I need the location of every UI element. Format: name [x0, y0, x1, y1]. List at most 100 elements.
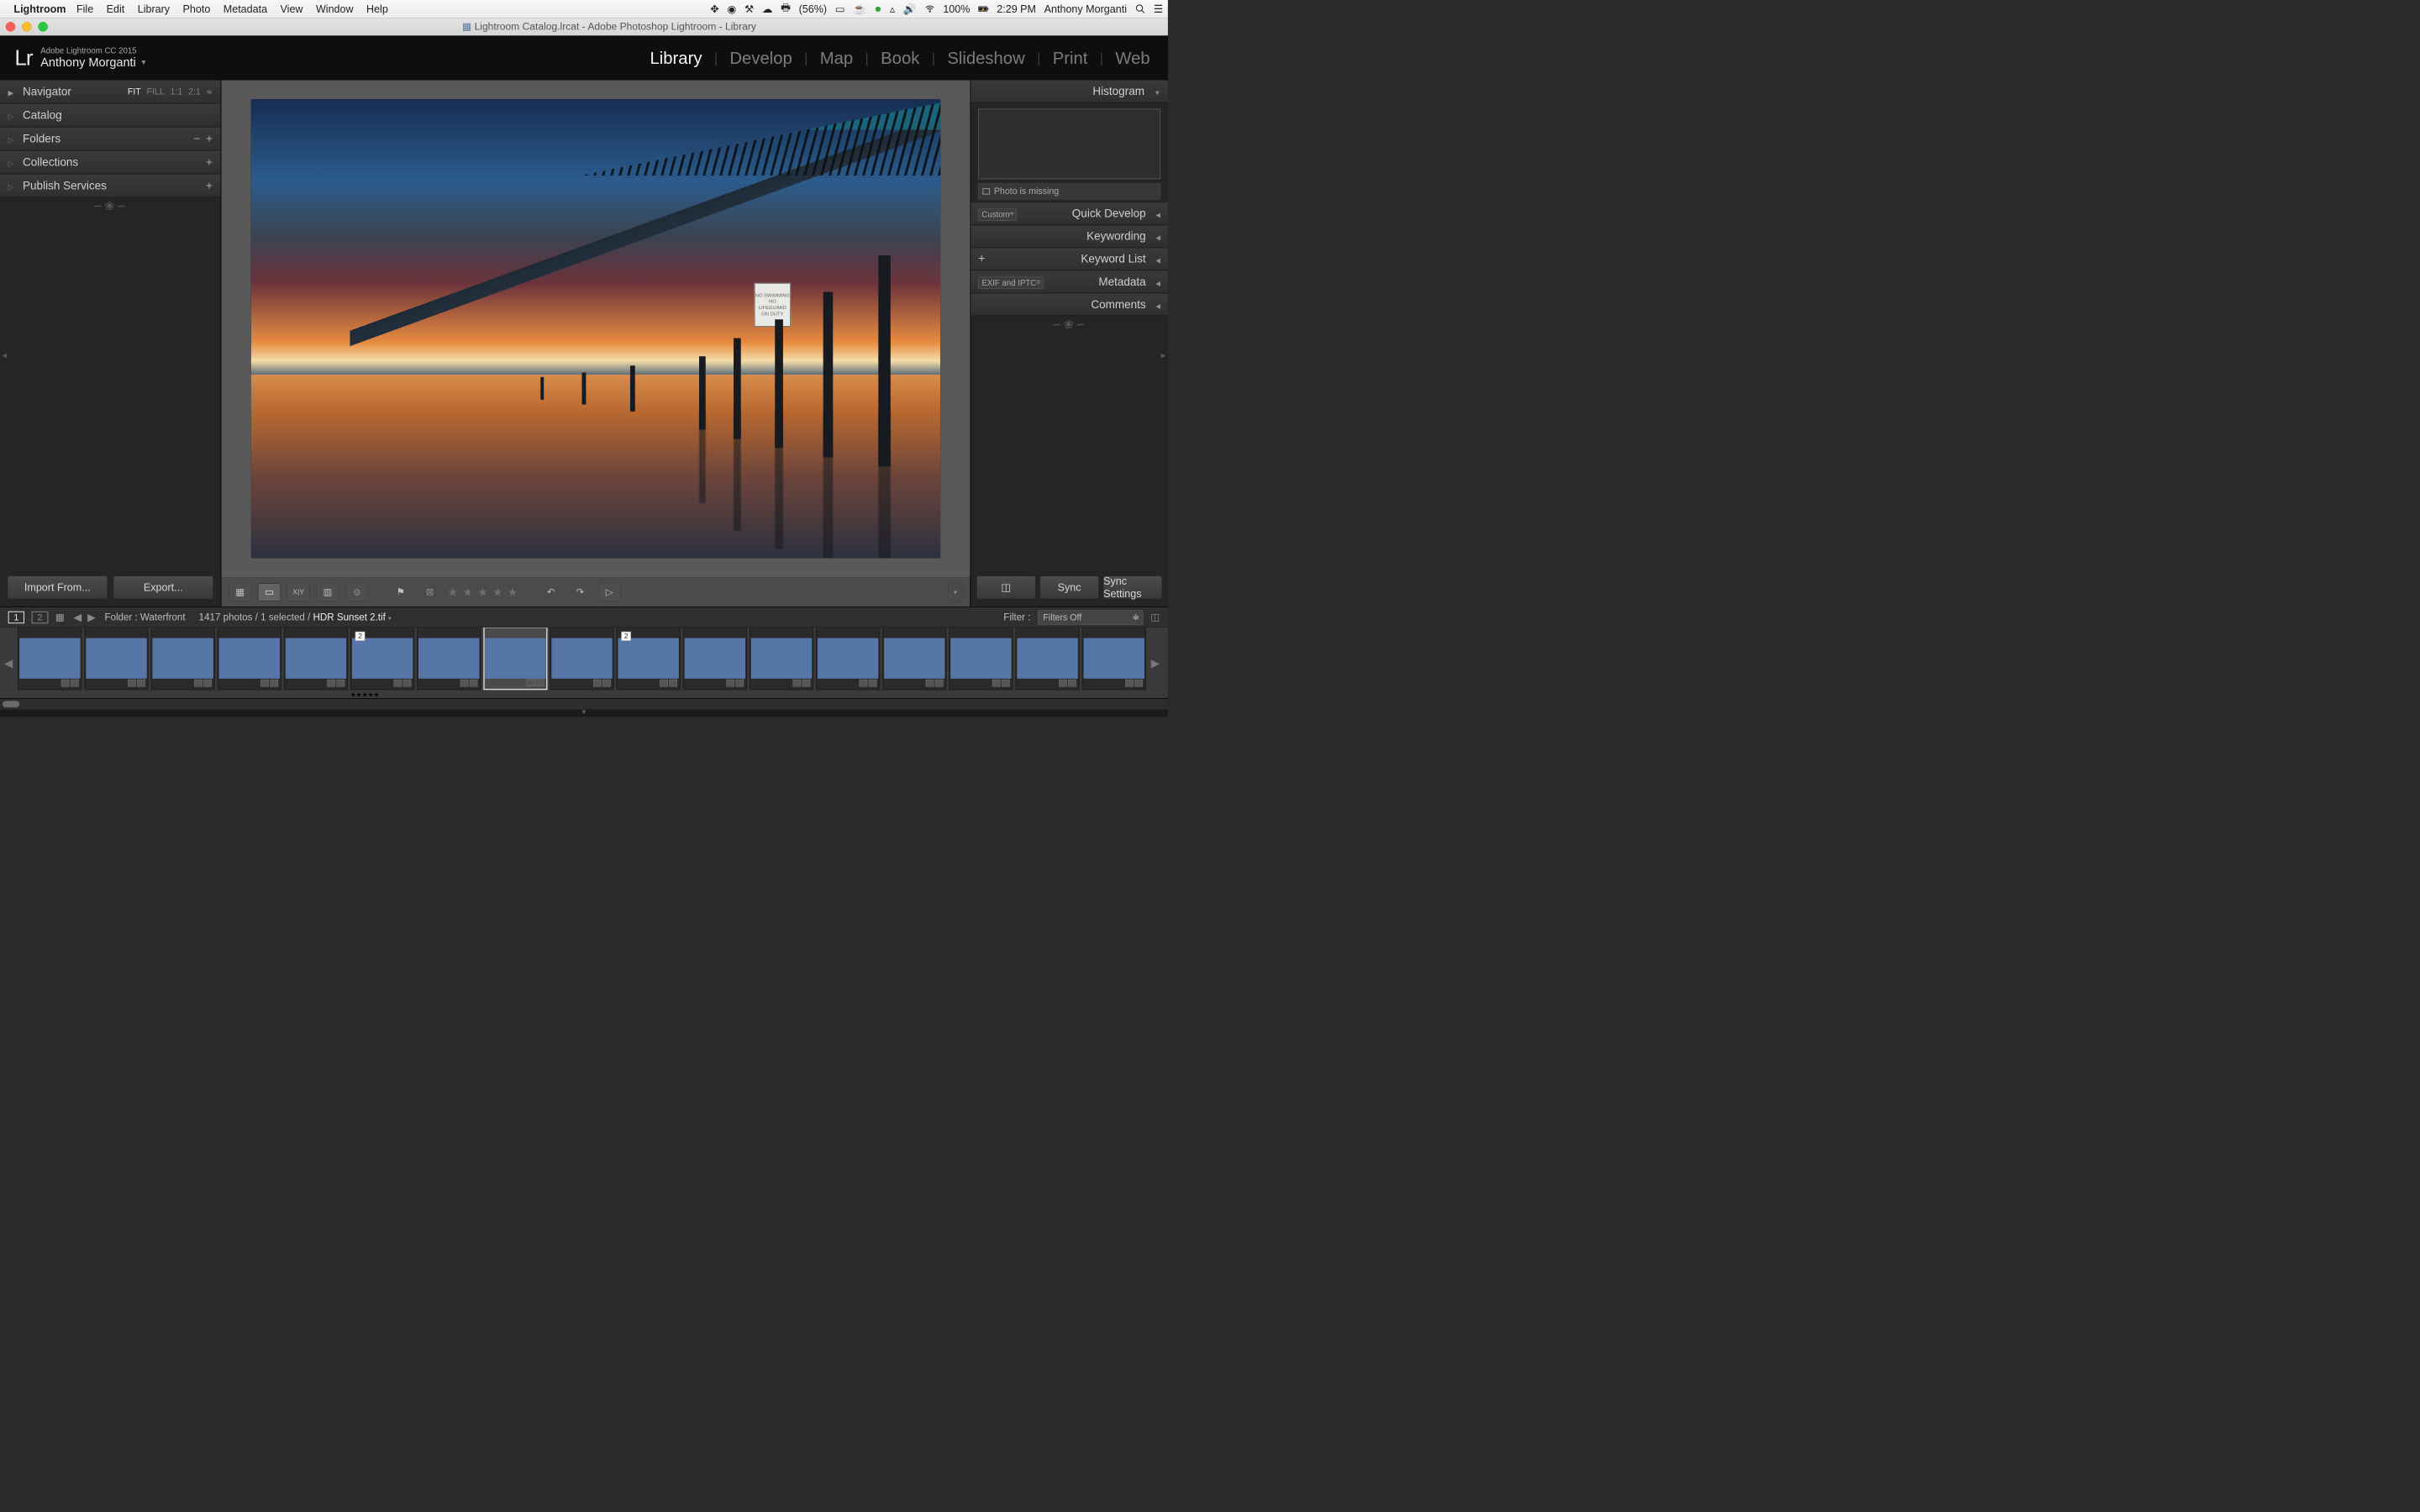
navigator-panel-header[interactable]: Navigator FIT FILL 1:1 2:1 ≑ [0, 81, 221, 104]
rotate-ccw-button[interactable]: ↶ [539, 583, 562, 601]
module-map[interactable]: Map [817, 48, 856, 67]
menu-edit[interactable]: Edit [107, 3, 125, 15]
menu-file[interactable]: File [76, 3, 93, 15]
nav-mode-fit[interactable]: FIT [128, 87, 141, 97]
people-view-button[interactable]: ☺ [345, 583, 368, 601]
filmstrip-thumbnail[interactable] [683, 627, 747, 690]
filmstrip-thumbnail[interactable] [1015, 627, 1079, 690]
panel-action-button[interactable]: + [206, 132, 213, 144]
nav-mode-1to1[interactable]: 1:1 [171, 87, 183, 97]
filmstrip-thumbnail[interactable] [284, 627, 348, 690]
menu-window[interactable]: Window [316, 3, 354, 15]
loupe-view-button[interactable]: ▭ [258, 583, 281, 601]
battery-icon[interactable]: ⚡ [978, 3, 989, 14]
impromptu-slideshow-button[interactable]: ▷ [598, 583, 621, 601]
sync-lock-button[interactable]: ◫ [976, 575, 1035, 599]
filmstrip-toggle[interactable]: ▼ [0, 710, 1168, 717]
menu-view[interactable]: View [281, 3, 303, 15]
panel-action-button[interactable]: − [193, 132, 200, 144]
compare-view-button[interactable]: X|Y [287, 583, 310, 601]
keywording-panel-header[interactable]: Keywording [971, 225, 1168, 248]
module-print[interactable]: Print [1050, 48, 1091, 67]
notification-center-icon[interactable]: ☰ [1154, 3, 1163, 15]
spotlight-icon[interactable] [1135, 3, 1146, 14]
filmstrip-thumbnail[interactable] [550, 627, 613, 690]
secondary-display-1[interactable]: 1 [8, 612, 24, 623]
identity-user[interactable]: Anthony Morganti▼ [40, 55, 147, 69]
cloud-icon[interactable]: ☁ [762, 3, 773, 15]
window-close-button[interactable] [6, 22, 16, 32]
filmstrip-thumbnail[interactable] [18, 627, 82, 690]
filmstrip-scroll-right[interactable]: ▶ [1149, 627, 1162, 698]
toolbar-options-dropdown[interactable]: ▾ [948, 583, 962, 601]
panel-folders[interactable]: Folders−+ [0, 128, 221, 151]
panel-catalog[interactable]: Catalog [0, 104, 221, 128]
rotate-cw-button[interactable]: ↷ [569, 583, 592, 601]
nav-forward-button[interactable]: ▶ [87, 611, 96, 622]
survey-view-button[interactable]: ▥ [316, 583, 339, 601]
nav-mode-stepper-icon[interactable]: ≑ [207, 87, 213, 96]
module-develop[interactable]: Develop [727, 48, 796, 67]
user-name[interactable]: Anthony Morganti [1044, 3, 1127, 15]
window-minimize-button[interactable] [22, 22, 32, 32]
menubar-extra2-icon[interactable]: ☕ [853, 3, 866, 15]
module-slideshow[interactable]: Slideshow [944, 48, 1028, 67]
filmstrip-thumbnail[interactable] [151, 627, 215, 690]
left-panel-toggle[interactable]: ◀ [0, 344, 9, 368]
comments-panel-header[interactable]: Comments [971, 293, 1168, 316]
loupe-view[interactable]: NO SWIMMING NO LIFEGUARD ON DUTY [221, 81, 970, 578]
module-book[interactable]: Book [877, 48, 923, 67]
import-button[interactable]: Import From... [8, 575, 108, 599]
nav-mode-custom[interactable]: 2:1 [188, 87, 201, 97]
display-icon[interactable]: ▭ [835, 3, 845, 15]
volume-icon[interactable]: 🔊 [903, 3, 917, 15]
clock[interactable]: 2:29 PM [997, 3, 1036, 15]
filter-lock-icon[interactable]: ◫ [1150, 612, 1160, 623]
filmstrip-thumbnail[interactable] [1082, 627, 1146, 690]
metadata-preset-dropdown[interactable]: EXIF and IPTC [978, 277, 1043, 289]
filmstrip-thumbnail[interactable] [816, 627, 880, 690]
filter-dropdown[interactable]: Filters Off [1038, 610, 1143, 624]
filmstrip-thumbnail[interactable] [949, 627, 1013, 690]
filmstrip-scrollbar[interactable] [0, 699, 1168, 710]
printer-icon[interactable]: 🖶 [781, 0, 791, 18]
app-menu[interactable]: Lightroom [13, 3, 66, 15]
window-maximize-button[interactable] [38, 22, 48, 32]
photo-missing-warning[interactable]: Photo is missing [978, 183, 1160, 199]
menu-library[interactable]: Library [138, 3, 170, 15]
sync-settings-button[interactable]: Sync Settings [1103, 575, 1162, 599]
dropbox-icon[interactable]: ✥ [710, 3, 719, 15]
module-library[interactable]: Library [647, 48, 706, 67]
menu-photo[interactable]: Photo [183, 3, 211, 15]
flag-pick-button[interactable]: ⚑ [389, 583, 412, 601]
filmstrip-thumbnail[interactable] [483, 627, 547, 690]
panel-publish-services[interactable]: Publish Services+ [0, 175, 221, 198]
quick-develop-panel-header[interactable]: Custom Quick Develop [971, 202, 1168, 225]
grid-view-button[interactable]: ▦ [229, 583, 251, 601]
menu-help[interactable]: Help [366, 3, 388, 15]
menu-metadata[interactable]: Metadata [224, 3, 267, 15]
menubar-extra-icon[interactable]: ⚒ [744, 3, 754, 15]
qd-preset-dropdown[interactable]: Custom [978, 209, 1017, 221]
source-path[interactable]: Folder : Waterfront 1417 photos / 1 sele… [104, 612, 391, 623]
filmstrip-thumbnail[interactable] [84, 627, 148, 690]
add-keyword-button[interactable]: + [978, 252, 985, 265]
nav-mode-fill[interactable]: FILL [147, 87, 165, 97]
right-panel-toggle[interactable]: ▶ [1159, 344, 1168, 368]
filmstrip-thumbnail[interactable]: 2 [350, 627, 414, 690]
filmstrip-thumbnail[interactable]: 2 [617, 627, 681, 690]
wifi-icon[interactable] [924, 3, 935, 14]
metadata-panel-header[interactable]: EXIF and IPTC Metadata [971, 270, 1168, 293]
filmstrip-thumbnail[interactable] [750, 627, 813, 690]
filmstrip-scroll-left[interactable]: ◀ [2, 627, 15, 698]
sync-button[interactable]: Sync [1039, 575, 1098, 599]
keyword-list-panel-header[interactable]: + Keyword List [971, 248, 1168, 270]
flag-reject-button[interactable]: ⊠ [418, 583, 441, 601]
filmstrip-thumbnail[interactable] [218, 627, 281, 690]
filmstrip-thumbnail[interactable] [882, 627, 946, 690]
nav-back-button[interactable]: ◀ [73, 611, 82, 622]
cc-sync-icon[interactable]: ◉ [727, 3, 736, 15]
export-button[interactable]: Export... [113, 575, 213, 599]
secondary-display-2[interactable]: 2 [32, 612, 48, 623]
filmstrip-thumbnail[interactable] [417, 627, 481, 690]
